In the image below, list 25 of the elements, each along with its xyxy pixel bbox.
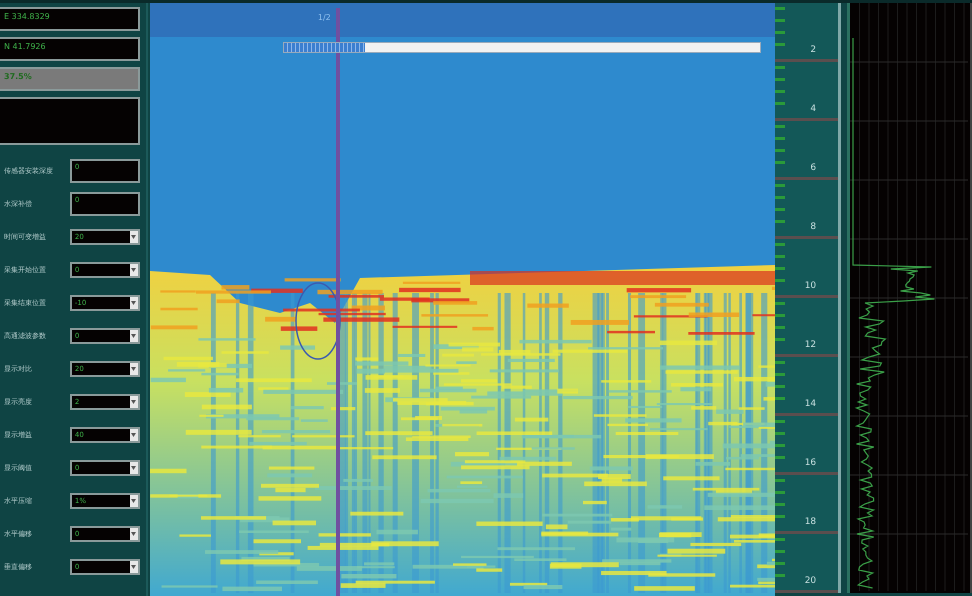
dropdown-arrow-icon[interactable]	[131, 268, 136, 272]
dropdown-arrow-icon[interactable]	[131, 532, 136, 536]
dropdown-arrow-icon[interactable]	[131, 400, 136, 404]
depth-label: 4	[810, 104, 816, 114]
dropdown-arrow-icon[interactable]	[131, 466, 136, 470]
depth-label: 12	[804, 340, 816, 350]
dropdown-arrow-icon[interactable]	[131, 334, 136, 338]
dropdown-arrow-icon[interactable]	[131, 366, 136, 370]
depth-label: 16	[804, 458, 816, 468]
depth-label: 14	[804, 399, 816, 409]
dropdown-arrow-icon[interactable]	[131, 300, 136, 304]
depth-label: 6	[810, 163, 816, 173]
dropdown-arrow-icon[interactable]	[131, 498, 136, 502]
status-readout: 37.5%	[0, 67, 140, 91]
depth-label: 20	[804, 576, 816, 586]
dropdown-arrow-icon[interactable]	[131, 234, 136, 238]
depth-label: 18	[804, 517, 816, 527]
depth-label: 10	[804, 281, 816, 291]
dropdown-arrow-icon[interactable]	[131, 564, 136, 568]
depth-label: 2	[810, 45, 816, 55]
depth-label: 8	[810, 222, 816, 232]
coordinate-readout: N 41.7926	[0, 37, 140, 61]
coordinate-readout: E 334.8329	[0, 7, 140, 31]
dropdown-arrow-icon[interactable]	[131, 432, 136, 436]
page-indicator: 1/2	[318, 13, 331, 22]
